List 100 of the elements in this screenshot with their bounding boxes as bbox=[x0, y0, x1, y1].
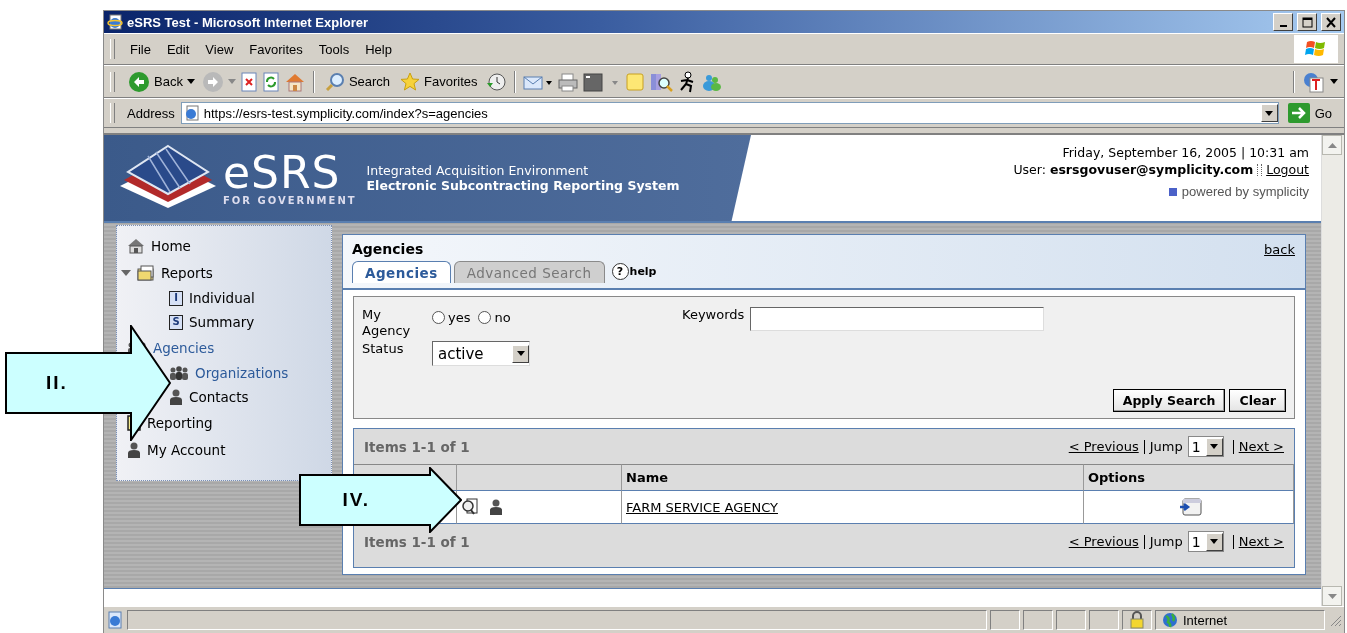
window-title: eSRS Test - Microsoft Internet Explorer bbox=[127, 14, 370, 30]
field-label: Status bbox=[362, 341, 405, 356]
apply-search-button[interactable]: Apply Search bbox=[1112, 389, 1226, 412]
search-button[interactable]: Search bbox=[321, 69, 394, 94]
expanded-caret-icon[interactable] bbox=[121, 267, 131, 278]
minimize-button[interactable] bbox=[1273, 13, 1293, 31]
status-panel bbox=[1056, 610, 1086, 630]
zone-indicator: Internet bbox=[1155, 610, 1325, 630]
item-count: Items 1-1 of 1 bbox=[364, 438, 471, 455]
caret-icon bbox=[516, 351, 525, 356]
item-count: Items 1-1 of 1 bbox=[364, 533, 471, 550]
caret-icon bbox=[1265, 110, 1274, 116]
next-link[interactable]: Next > bbox=[1238, 439, 1284, 454]
callout-label: II. bbox=[46, 372, 68, 394]
magnifier-page-icon[interactable] bbox=[461, 498, 479, 516]
refresh-icon[interactable] bbox=[261, 71, 280, 92]
site-title: Electronic Subcontracting Reporting System bbox=[366, 178, 680, 193]
printer-icon[interactable] bbox=[556, 71, 579, 92]
sidebar-item[interactable]: Reports bbox=[161, 264, 213, 281]
sidebar-item[interactable]: Agencies bbox=[153, 339, 215, 356]
sidebar-item[interactable]: Home bbox=[151, 237, 191, 254]
sidebar-item[interactable]: Organizations bbox=[195, 365, 289, 381]
go-button[interactable]: Go bbox=[1281, 103, 1338, 123]
scrollbar[interactable] bbox=[1321, 135, 1344, 606]
clear-button[interactable]: Clear bbox=[1229, 389, 1286, 412]
person-icon bbox=[169, 389, 183, 405]
page-icon bbox=[106, 611, 124, 629]
caret-icon bbox=[1327, 142, 1337, 148]
radio-option[interactable]: no bbox=[478, 310, 511, 325]
maximize-button[interactable] bbox=[1297, 13, 1317, 31]
sidebar-item[interactable]: Individual bbox=[189, 290, 255, 306]
jump-label: Jump bbox=[1149, 439, 1183, 454]
jump-label: Jump bbox=[1149, 534, 1183, 549]
maximize-icon bbox=[1301, 16, 1313, 28]
site-logo: eSRS bbox=[223, 150, 341, 195]
keywords-field[interactable] bbox=[750, 307, 1045, 331]
page-dropdown[interactable]: 1 bbox=[1187, 531, 1224, 552]
address-field[interactable]: https://esrs-test.symplicity.com/index?s=agencies bbox=[180, 102, 1279, 124]
callout-label: IV. bbox=[342, 489, 370, 511]
menu-item[interactable]: View bbox=[198, 38, 241, 60]
sidebar-item[interactable]: My Account bbox=[147, 441, 226, 458]
field-label: My Agency bbox=[362, 307, 412, 339]
site-subtitle: Integrated Acquisition Environment bbox=[366, 163, 590, 178]
caret-icon bbox=[186, 78, 195, 85]
minimize-icon bbox=[1279, 25, 1287, 27]
logout-link[interactable]: Logout bbox=[1266, 162, 1309, 177]
dropdown-button[interactable] bbox=[1260, 104, 1278, 122]
scroll-up-button[interactable] bbox=[1322, 135, 1342, 155]
flag-logo-icon bbox=[1305, 39, 1327, 59]
caret-icon bbox=[227, 78, 236, 85]
user-label: User: bbox=[1013, 162, 1046, 177]
pdf-icon[interactable] bbox=[1302, 70, 1326, 93]
history-icon[interactable] bbox=[484, 71, 507, 92]
powered-by-text: powered by symplicity bbox=[1181, 184, 1309, 199]
favorites-button[interactable]: Favorites bbox=[397, 69, 481, 94]
window-arrow-icon[interactable] bbox=[1178, 497, 1203, 517]
address-label: Address bbox=[126, 105, 176, 121]
logo-subtitle: FOR GOVERNMENT bbox=[223, 194, 357, 206]
radio-option[interactable]: yes bbox=[432, 310, 471, 325]
sidebar-item[interactable]: Reporting bbox=[147, 414, 213, 431]
close-button[interactable] bbox=[1321, 13, 1341, 31]
stop-icon[interactable] bbox=[239, 71, 258, 92]
star-icon bbox=[400, 71, 421, 92]
field-label: Keywords bbox=[682, 307, 745, 322]
menu-item[interactable]: Help bbox=[358, 38, 399, 60]
resize-grip-icon bbox=[1328, 613, 1342, 627]
close-icon bbox=[1325, 16, 1337, 28]
agency-link[interactable]: FARM SERVICE AGENCY bbox=[626, 499, 778, 515]
previous-link[interactable]: < Previous bbox=[1068, 534, 1139, 549]
people-icon bbox=[169, 366, 189, 380]
page-dropdown[interactable]: 1 bbox=[1187, 436, 1224, 457]
caret-icon bbox=[1330, 78, 1338, 85]
sidebar-item[interactable]: Summary bbox=[189, 314, 255, 330]
menu-item[interactable]: Edit bbox=[159, 38, 197, 60]
back-button[interactable]: Back bbox=[125, 68, 198, 95]
caret-icon bbox=[1327, 593, 1337, 599]
caret-icon bbox=[1210, 444, 1219, 449]
person-icon[interactable] bbox=[489, 499, 503, 515]
house-icon bbox=[127, 237, 145, 254]
help-icon[interactable]: ? bbox=[611, 263, 629, 280]
person-icon bbox=[127, 441, 141, 458]
square-icon bbox=[1168, 187, 1177, 196]
sidebar-item[interactable]: Contacts bbox=[189, 389, 249, 405]
status-dropdown[interactable]: active bbox=[432, 341, 530, 366]
status-panel bbox=[990, 610, 1020, 630]
browser-icon bbox=[107, 14, 123, 30]
tab[interactable]: Agencies bbox=[352, 261, 451, 283]
menu-item[interactable]: File bbox=[123, 38, 158, 60]
menu-item[interactable]: Tools bbox=[311, 38, 357, 60]
help-link[interactable]: ? help bbox=[611, 263, 657, 280]
next-link[interactable]: Next > bbox=[1238, 534, 1284, 549]
menu-item[interactable]: Favorites bbox=[242, 38, 310, 60]
globe-icon bbox=[1162, 612, 1178, 628]
back-link[interactable]: back bbox=[1264, 241, 1295, 257]
folder-icon bbox=[137, 264, 155, 281]
previous-link[interactable]: < Previous bbox=[1068, 439, 1139, 454]
page-icon bbox=[183, 105, 200, 121]
scroll-down-button[interactable] bbox=[1322, 586, 1342, 606]
status-panel bbox=[1023, 610, 1053, 630]
search-icon bbox=[324, 71, 345, 92]
